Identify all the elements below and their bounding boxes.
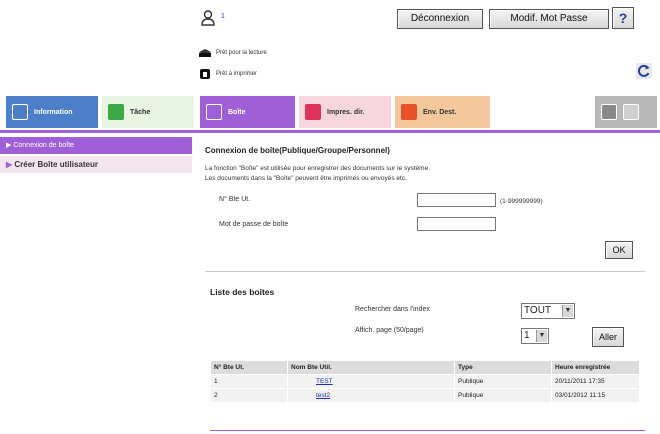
box-list-title: Liste des boîtes	[210, 287, 275, 297]
sidebar-item-create-box[interactable]: ▶ Créer Boîte utilisateur	[0, 156, 192, 173]
scanner-icon	[199, 49, 211, 57]
help-button[interactable]: ?	[612, 7, 634, 29]
store-address-icon	[623, 104, 639, 120]
box-time-cell: 20/11/2011 17:35	[551, 374, 640, 389]
utility-icon	[601, 104, 617, 120]
go-button[interactable]: Aller	[592, 327, 624, 347]
tab-information-label: Information	[34, 108, 73, 116]
column-header-registered-time[interactable]: Heure enregistrée	[551, 360, 640, 375]
box-number-input[interactable]	[417, 193, 496, 207]
tab-task[interactable]: Tâche	[102, 96, 194, 128]
page-display-label: Affich. page (50/page)	[355, 327, 424, 334]
column-header-box-number[interactable]: N° Bte Ut.	[210, 360, 288, 375]
box-name-link[interactable]: TEST	[287, 374, 455, 389]
table-row: 1 TEST Publique 20/11/2011 17:35	[210, 374, 640, 389]
tab-task-label: Tâche	[130, 108, 151, 116]
section-divider	[205, 271, 645, 272]
logout-button[interactable]: Déconnexion	[397, 9, 483, 29]
tab-direct-print[interactable]: Impres. dir.	[299, 96, 391, 128]
box-description-line1: La fonction "Boîte" est utilisée pour en…	[205, 165, 431, 172]
scan-status-text: Prêt pour la lecture	[216, 50, 267, 56]
box-type-cell: Publique	[454, 388, 552, 403]
box-number-cell: 2	[210, 388, 288, 403]
sidebar-item-box-login[interactable]: ▶ Connexion de boîte	[0, 137, 192, 154]
ok-button[interactable]: OK	[605, 241, 633, 259]
table-row: 2 test2 Publique 03/01/2012 11:15	[210, 388, 640, 403]
tab-direct-print-label: Impres. dir.	[327, 108, 365, 116]
box-number-cell: 1	[210, 374, 288, 389]
refresh-icon[interactable]	[636, 63, 652, 79]
page-select-value: 1	[524, 330, 530, 341]
printer-icon	[200, 69, 210, 79]
search-index-select[interactable]: TOUT ▼	[521, 303, 575, 319]
nav-divider	[0, 130, 660, 133]
box-password-input[interactable]	[417, 217, 496, 231]
page-select[interactable]: 1 ▼	[521, 328, 549, 344]
scan-status: Prêt pour la lecture	[198, 47, 267, 59]
box-login-title: Connexion de boîte(Publique/Groupe/Perso…	[205, 146, 390, 155]
user-icon	[201, 10, 215, 26]
task-icon	[108, 104, 124, 120]
box-list-table: N° Bte Ut. Nom Bte Util. Type Heure enre…	[210, 360, 640, 403]
box-number-range: (1-999999999)	[500, 198, 543, 205]
search-index-label: Rechercher dans l'index	[355, 306, 430, 313]
box-name-link[interactable]: test2	[287, 388, 455, 403]
tab-utility[interactable]	[595, 96, 657, 128]
sidebar-item-label: Créer Boîte utilisateur	[14, 160, 98, 169]
table-header-row: N° Bte Ut. Nom Bte Util. Type Heure enre…	[210, 360, 640, 375]
column-header-type[interactable]: Type	[454, 360, 552, 375]
user-number: 1	[221, 13, 225, 20]
change-password-button[interactable]: Modif. Mot Passe	[489, 9, 609, 29]
box-password-label: Mot de passe de boîte	[219, 221, 289, 228]
tab-send-destination[interactable]: Env. Dest.	[395, 96, 490, 128]
main-nav: Information Tâche Boîte Impres. dir. Env…	[0, 96, 660, 130]
box-time-cell: 03/01/2012 11:15	[551, 388, 640, 403]
box-number-label: N° Bte Ut.	[219, 196, 251, 203]
tab-send-destination-label: Env. Dest.	[423, 108, 457, 116]
box-description-line2: Les documents dans la "Boîte" peuvent êt…	[205, 175, 407, 182]
tab-box[interactable]: Boîte	[200, 96, 295, 128]
tab-box-label: Boîte	[228, 108, 246, 116]
tab-information[interactable]: Information	[6, 96, 98, 128]
information-icon	[12, 104, 28, 120]
column-header-box-name[interactable]: Nom Bte Util.	[287, 360, 455, 375]
send-icon	[401, 104, 417, 120]
footer-divider	[210, 430, 645, 431]
print-status: Prêt à imprimer	[198, 68, 257, 80]
chevron-down-icon: ▼	[536, 330, 547, 342]
print-status-text: Prêt à imprimer	[216, 71, 258, 77]
sidebar-item-label: Connexion de boîte	[13, 142, 75, 149]
chevron-down-icon: ▼	[562, 305, 573, 317]
box-type-cell: Publique	[454, 374, 552, 389]
direct-print-icon	[305, 104, 321, 120]
box-icon	[206, 104, 222, 120]
search-index-value: TOUT	[524, 305, 552, 316]
